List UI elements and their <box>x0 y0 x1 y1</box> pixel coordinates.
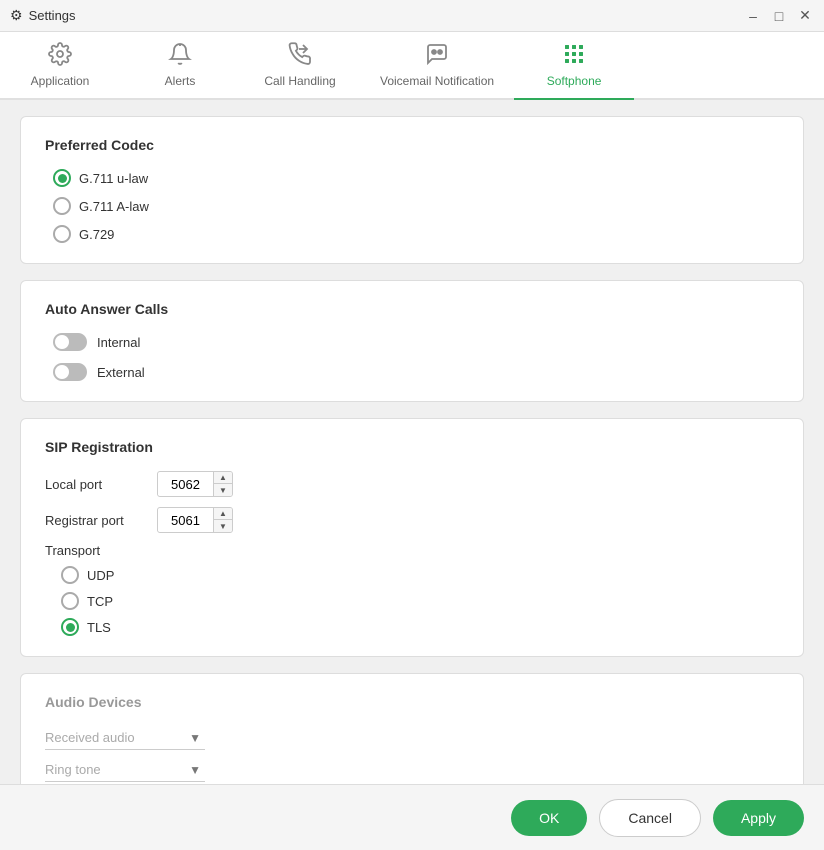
codec-g711u-label: G.711 u-law <box>79 171 148 186</box>
registrar-port-row: Registrar port ▲ ▼ <box>45 507 779 533</box>
registrar-port-input[interactable] <box>158 510 213 531</box>
footer: OK Cancel Apply <box>0 784 824 850</box>
local-port-up[interactable]: ▲ <box>214 472 232 484</box>
codec-g711a-label: G.711 A-law <box>79 199 149 214</box>
minimize-button[interactable]: – <box>744 7 762 25</box>
tab-call-handling[interactable]: Call Handling <box>240 32 360 100</box>
local-port-row: Local port ▲ ▼ <box>45 471 779 497</box>
preferred-codec-title: Preferred Codec <box>45 137 779 153</box>
audio-devices-title: Audio Devices <box>45 694 779 710</box>
local-port-down[interactable]: ▼ <box>214 484 232 496</box>
transport-group: UDP TCP TLS <box>45 566 779 636</box>
maximize-button[interactable]: □ <box>770 7 788 25</box>
preferred-codec-card: Preferred Codec G.711 u-law G.711 A-law … <box>20 116 804 264</box>
voicemail-icon <box>425 42 449 70</box>
title-bar-left: ⚙ Settings <box>10 7 76 24</box>
tab-application[interactable]: Application <box>0 32 120 100</box>
transport-tcp-radio[interactable] <box>61 592 79 610</box>
registrar-port-label: Registrar port <box>45 513 145 528</box>
transport-udp-radio[interactable] <box>61 566 79 584</box>
tab-bar: Application Alerts Call Handling Vo <box>0 32 824 100</box>
cancel-button[interactable]: Cancel <box>599 799 701 837</box>
codec-g729-radio[interactable] <box>53 225 71 243</box>
codec-g711a-radio[interactable] <box>53 197 71 215</box>
softphone-icon <box>562 42 586 70</box>
registrar-port-down[interactable]: ▼ <box>214 520 232 532</box>
transport-udp-label: UDP <box>87 568 114 583</box>
call-handling-icon <box>288 42 312 70</box>
auto-answer-title: Auto Answer Calls <box>45 301 779 317</box>
tab-alerts[interactable]: Alerts <box>120 32 240 100</box>
alerts-icon <box>168 42 192 70</box>
registrar-port-up[interactable]: ▲ <box>214 508 232 520</box>
received-audio-wrapper: Received audio ▼ <box>45 726 205 750</box>
transport-tls[interactable]: TLS <box>61 618 779 636</box>
title-bar: ⚙ Settings – □ ✕ <box>0 0 824 32</box>
transport-tls-radio[interactable] <box>61 618 79 636</box>
tab-softphone[interactable]: Softphone <box>514 32 634 100</box>
local-port-spinbox[interactable]: ▲ ▼ <box>157 471 233 497</box>
audio-devices-card: Audio Devices Received audio ▼ Ring tone… <box>20 673 804 784</box>
close-button[interactable]: ✕ <box>796 7 814 25</box>
registrar-port-spinbox[interactable]: ▲ ▼ <box>157 507 233 533</box>
content-area: Preferred Codec G.711 u-law G.711 A-law … <box>0 100 824 784</box>
ring-tone-select[interactable]: Ring tone <box>45 758 205 782</box>
sip-registration-title: SIP Registration <box>45 439 779 455</box>
codec-radio-group: G.711 u-law G.711 A-law G.729 <box>45 169 779 243</box>
settings-icon: ⚙ <box>10 7 23 24</box>
ring-tone-wrapper: Ring tone ▼ <box>45 758 205 782</box>
codec-g711u-radio[interactable] <box>53 169 71 187</box>
internal-toggle[interactable] <box>53 333 87 351</box>
transport-tcp-label: TCP <box>87 594 113 609</box>
toggle-internal[interactable]: Internal <box>53 333 779 351</box>
auto-answer-card: Auto Answer Calls Internal External <box>20 280 804 402</box>
window-title: Settings <box>29 8 76 23</box>
transport-label: Transport <box>45 543 779 558</box>
external-label: External <box>97 365 145 380</box>
title-bar-controls: – □ ✕ <box>744 7 814 25</box>
tab-voicemail[interactable]: Voicemail Notification <box>360 32 514 100</box>
codec-g711u[interactable]: G.711 u-law <box>53 169 779 187</box>
received-audio-row: Received audio ▼ <box>45 726 779 750</box>
transport-tls-label: TLS <box>87 620 111 635</box>
tab-application-label: Application <box>31 74 90 88</box>
sip-registration-card: SIP Registration Local port ▲ ▼ Registra… <box>20 418 804 657</box>
local-port-input[interactable] <box>158 474 213 495</box>
ring-tone-row: Ring tone ▼ <box>45 758 779 782</box>
transport-udp[interactable]: UDP <box>61 566 779 584</box>
tab-call-handling-label: Call Handling <box>264 74 335 88</box>
local-port-spinbox-btns: ▲ ▼ <box>213 472 232 496</box>
codec-g711a[interactable]: G.711 A-law <box>53 197 779 215</box>
external-toggle[interactable] <box>53 363 87 381</box>
internal-label: Internal <box>97 335 140 350</box>
registrar-port-spinbox-btns: ▲ ▼ <box>213 508 232 532</box>
tab-softphone-label: Softphone <box>547 74 602 88</box>
transport-tcp[interactable]: TCP <box>61 592 779 610</box>
ok-button[interactable]: OK <box>511 800 587 836</box>
codec-g729[interactable]: G.729 <box>53 225 779 243</box>
local-port-label: Local port <box>45 477 145 492</box>
tab-voicemail-label: Voicemail Notification <box>380 74 494 88</box>
tab-alerts-label: Alerts <box>165 74 196 88</box>
toggle-external[interactable]: External <box>53 363 779 381</box>
application-icon <box>48 42 72 70</box>
codec-g729-label: G.729 <box>79 227 114 242</box>
apply-button[interactable]: Apply <box>713 800 804 836</box>
auto-answer-toggle-group: Internal External <box>45 333 779 381</box>
received-audio-select[interactable]: Received audio <box>45 726 205 750</box>
